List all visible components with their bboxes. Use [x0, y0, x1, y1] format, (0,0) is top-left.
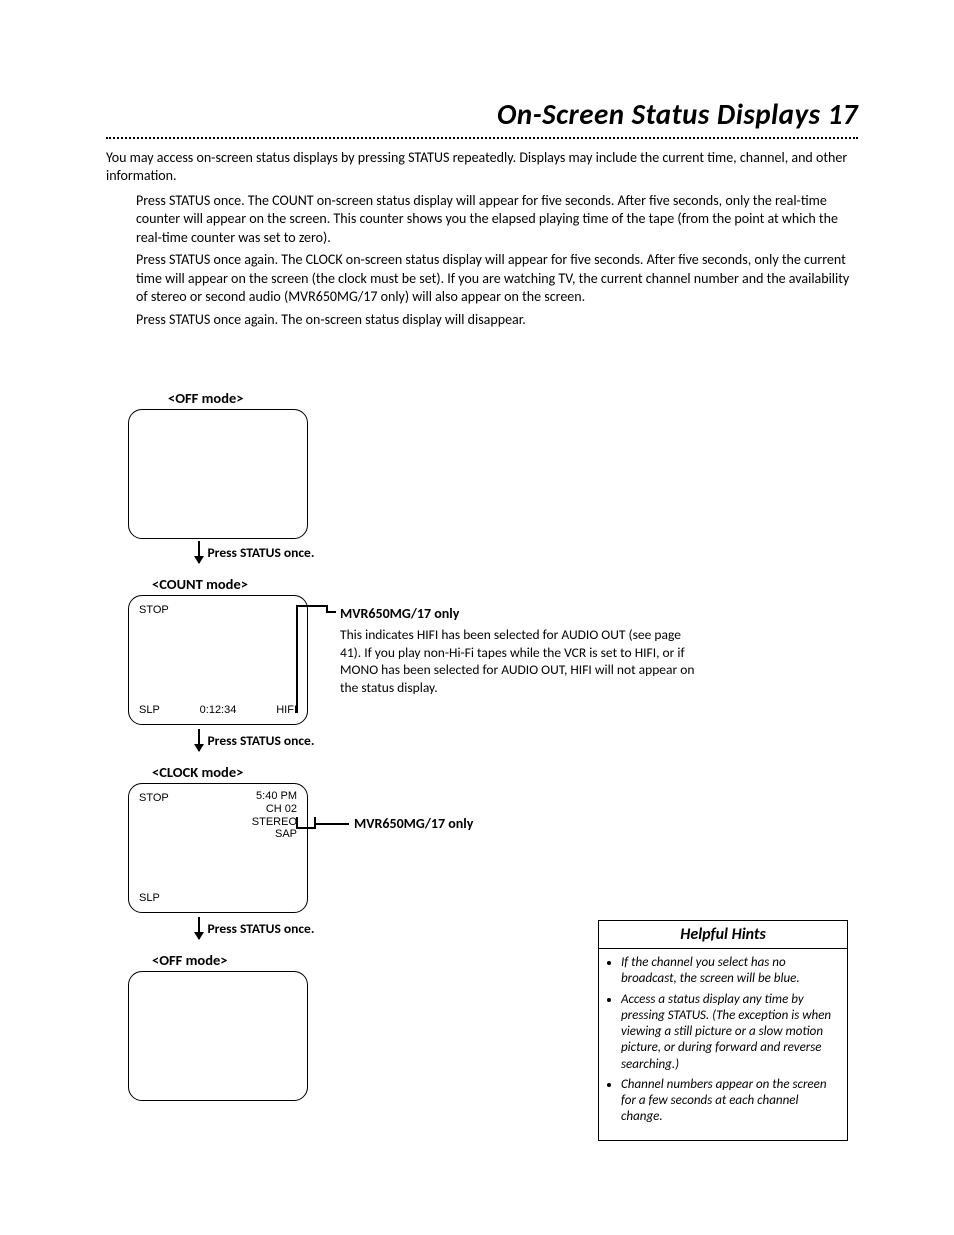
screen-count: STOP SLP 0:12:34 HIFI [128, 595, 308, 725]
press-status-3: Press STATUS once. [208, 920, 315, 937]
hints-title: Helpful Hints [599, 921, 847, 949]
intro-text: You may access on-screen status displays… [106, 149, 858, 186]
screen-off-2 [128, 971, 308, 1101]
screen-clock: STOP 5:40 PM CH 02 STEREO SAP SLP [128, 783, 308, 913]
callout-line-sap-v2 [296, 817, 298, 829]
arrow-down-icon [198, 541, 200, 563]
clock-sap: SAP [252, 828, 297, 841]
callout-sap-head: MVR650MG/17 only [354, 815, 714, 833]
callout-hifi-body: This indicates HIFI has been selected fo… [340, 626, 700, 697]
count-slp: SLP [139, 704, 160, 717]
mode-off-1-label: <OFF mode> [168, 389, 244, 407]
callout-line-sap-h2 [314, 823, 349, 825]
screen-off-1 [128, 409, 308, 539]
hint-item-2: Access a status display any time by pres… [621, 992, 841, 1073]
mode-clock-label: <CLOCK mode> [152, 763, 243, 781]
paragraph-1: Press STATUS once. The COUNT on-screen s… [136, 192, 858, 247]
press-status-1: Press STATUS once. [208, 544, 315, 561]
press-status-2: Press STATUS once. [208, 732, 315, 749]
callout-hifi: MVR650MG/17 only This indicates HIFI has… [340, 605, 700, 697]
callout-line-hifi-v [296, 605, 298, 713]
clock-stereo: STEREO [252, 816, 297, 829]
hint-item-3: Channel numbers appear on the screen for… [621, 1077, 841, 1126]
clock-stop: STOP [139, 792, 169, 805]
divider-dotted [106, 136, 858, 139]
mode-count-label: <COUNT mode> [152, 575, 248, 593]
clock-time: 5:40 PM [252, 790, 297, 803]
paragraph-2: Press STATUS once again. The CLOCK on-sc… [136, 251, 858, 306]
arrow-down-icon [198, 917, 200, 939]
page-title: On-Screen Status Displays 17 [106, 96, 858, 132]
clock-channel: CH 02 [252, 803, 297, 816]
hint-item-1: If the channel you select has no broadca… [621, 955, 841, 988]
mode-off-2-label: <OFF mode> [152, 951, 228, 969]
paragraph-3: Press STATUS once again. The on-screen s… [136, 311, 858, 329]
clock-slp: SLP [139, 892, 160, 905]
callout-line-hifi-h2 [326, 611, 336, 613]
count-stop: STOP [139, 604, 169, 617]
count-hifi: HIFI [276, 704, 297, 717]
arrow-down-icon [198, 729, 200, 751]
helpful-hints-box: Helpful Hints If the channel you select … [598, 920, 848, 1141]
callout-sap: MVR650MG/17 only [354, 815, 714, 835]
count-counter: 0:12:34 [200, 704, 237, 717]
callout-line-sap-h1 [296, 827, 314, 829]
callout-line-hifi-h1 [296, 605, 326, 607]
callout-hifi-head: MVR650MG/17 only [340, 605, 700, 623]
